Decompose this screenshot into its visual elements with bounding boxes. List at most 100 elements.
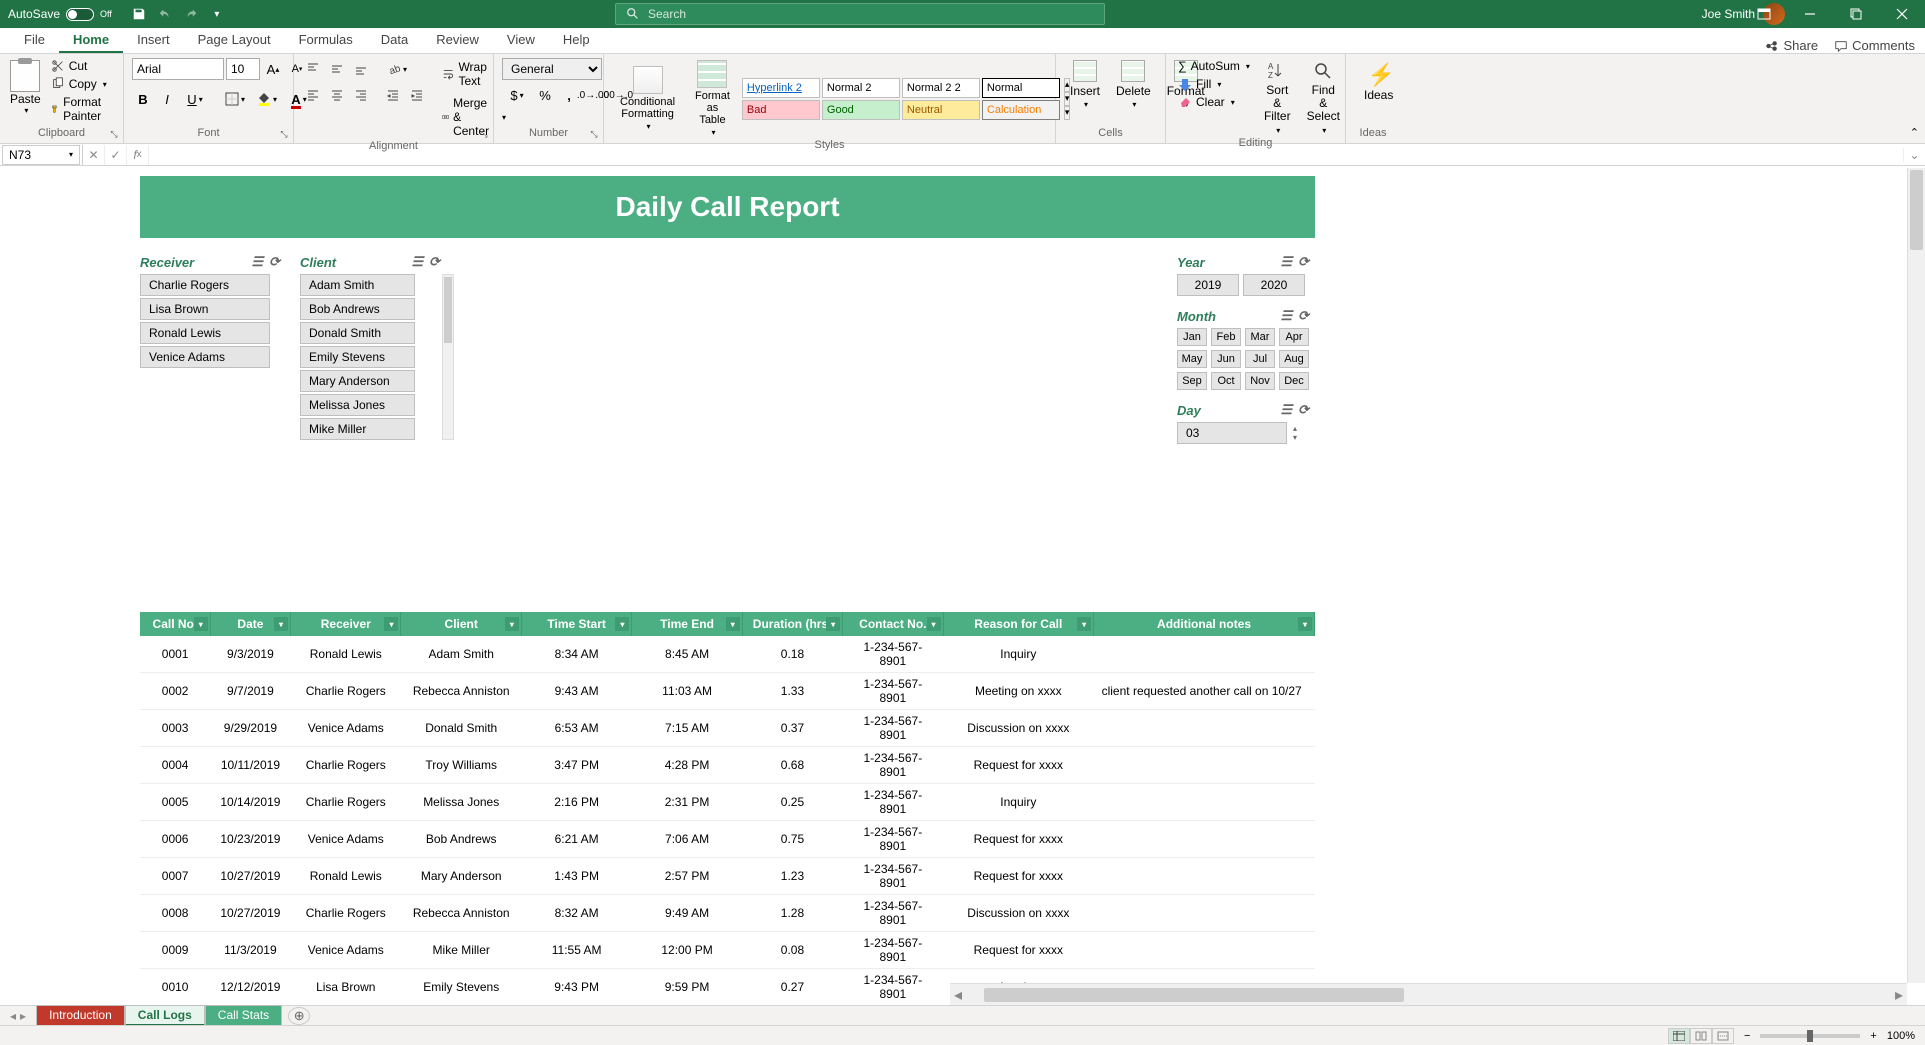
slicer-item[interactable]: Adam Smith <box>300 274 415 296</box>
format-painter-button[interactable]: Format Painter <box>47 94 115 124</box>
slicer-scrollbar[interactable] <box>442 274 454 440</box>
page-break-view-button[interactable] <box>1712 1028 1734 1044</box>
table-row[interactable]: 000610/23/2019Venice AdamsBob Andrews6:2… <box>140 821 1315 858</box>
borders-button[interactable]: ▾ <box>220 88 250 110</box>
table-row[interactable]: 000911/3/2019Venice AdamsMike Miller11:5… <box>140 932 1315 969</box>
table-cell[interactable]: 10/11/2019 <box>210 747 290 784</box>
table-cell[interactable]: Ronald Lewis <box>291 636 401 673</box>
qat-customize[interactable]: ▾ <box>208 5 226 23</box>
table-cell[interactable]: 0010 <box>140 969 210 1006</box>
table-cell[interactable]: 1-234-567-8901 <box>843 932 943 969</box>
filter-dropdown-icon[interactable]: ▾ <box>726 617 740 631</box>
table-cell[interactable]: 9:43 PM <box>521 969 631 1006</box>
sheet-nav-first[interactable]: ◂ <box>10 1009 16 1023</box>
normal-view-button[interactable] <box>1668 1028 1690 1044</box>
clear-filter-icon[interactable]: ⟳ <box>429 254 440 270</box>
tab-file[interactable]: File <box>10 28 59 53</box>
table-row[interactable]: 000710/27/2019Ronald LewisMary Anderson1… <box>140 858 1315 895</box>
column-header[interactable]: Additional notes▾ <box>1094 612 1315 636</box>
slicer-item[interactable]: 2020 <box>1243 274 1305 296</box>
horizontal-scrollbar[interactable]: ◂ ▸ <box>950 983 1907 1005</box>
table-cell[interactable]: 0004 <box>140 747 210 784</box>
table-cell[interactable]: Bob Andrews <box>401 821 521 858</box>
table-cell[interactable]: 2:16 PM <box>521 784 631 821</box>
column-header[interactable]: Reason for Call▾ <box>943 612 1094 636</box>
slicer-item[interactable]: Nov <box>1245 372 1275 390</box>
style-cell[interactable]: Normal 2 2 <box>902 78 980 98</box>
clear-button[interactable]: Clear▾ <box>1174 94 1254 110</box>
sheet-tab[interactable]: Call Stats <box>205 1005 282 1026</box>
enter-formula-button[interactable]: ✓ <box>105 145 127 165</box>
table-cell[interactable]: 1-234-567-8901 <box>843 895 943 932</box>
clear-filter-icon[interactable]: ⟳ <box>1298 254 1309 270</box>
slicer-item[interactable]: Lisa Brown <box>140 298 270 320</box>
paste-button[interactable]: Paste ▾ <box>8 58 43 117</box>
table-cell[interactable] <box>1094 895 1315 932</box>
table-cell[interactable]: Lisa Brown <box>291 969 401 1006</box>
table-cell[interactable]: 1-234-567-8901 <box>843 784 943 821</box>
table-cell[interactable]: 1-234-567-8901 <box>843 673 943 710</box>
table-cell[interactable] <box>1094 636 1315 673</box>
table-cell[interactable]: 10/14/2019 <box>210 784 290 821</box>
comments-button[interactable]: Comments <box>1834 38 1915 53</box>
align-left-button[interactable] <box>302 84 324 106</box>
style-cell[interactable]: Normal <box>982 78 1060 98</box>
delete-cells-button[interactable]: Delete▾ <box>1110 58 1157 111</box>
align-middle-button[interactable] <box>326 58 348 80</box>
ideas-button[interactable]: ⚡ Ideas <box>1354 58 1403 106</box>
autosum-button[interactable]: ∑AutoSum▾ <box>1174 58 1254 74</box>
multiselect-icon[interactable]: ☰ <box>411 254 423 270</box>
table-cell[interactable]: 1-234-567-8901 <box>843 821 943 858</box>
table-cell[interactable]: 2:57 PM <box>632 858 742 895</box>
tab-home[interactable]: Home <box>59 28 123 53</box>
increase-indent-button[interactable] <box>406 84 428 106</box>
table-cell[interactable]: Rebecca Anniston <box>401 673 521 710</box>
table-cell[interactable]: 0.08 <box>742 932 842 969</box>
clear-filter-icon[interactable]: ⟳ <box>1298 402 1309 418</box>
dialog-launcher[interactable]: ⤡ <box>587 127 601 141</box>
table-cell[interactable]: 1-234-567-8901 <box>843 969 943 1006</box>
table-cell[interactable]: 9/7/2019 <box>210 673 290 710</box>
table-cell[interactable]: Discussion on xxxx <box>943 710 1094 747</box>
table-cell[interactable]: 2:31 PM <box>632 784 742 821</box>
align-center-button[interactable] <box>326 84 348 106</box>
filter-dropdown-icon[interactable]: ▾ <box>274 617 288 631</box>
table-cell[interactable]: 0.75 <box>742 821 842 858</box>
table-cell[interactable]: Request for xxxx <box>943 747 1094 784</box>
conditional-formatting-button[interactable]: Conditional Formatting▾ <box>612 64 683 133</box>
maximize-button[interactable] <box>1833 0 1879 28</box>
style-cell[interactable]: Normal 2 <box>822 78 900 98</box>
spinner-up[interactable]: ▴ <box>1293 424 1297 433</box>
tab-page-layout[interactable]: Page Layout <box>184 28 285 53</box>
zoom-out-button[interactable]: − <box>1744 1030 1750 1042</box>
table-cell[interactable]: Venice Adams <box>291 932 401 969</box>
table-cell[interactable]: 11:55 AM <box>521 932 631 969</box>
minimize-button[interactable] <box>1787 0 1833 28</box>
column-header[interactable]: Contact No.▾ <box>843 612 943 636</box>
insert-cells-button[interactable]: Insert▾ <box>1064 58 1106 111</box>
insert-function-button[interactable]: fx <box>127 145 149 165</box>
align-top-button[interactable] <box>302 58 324 80</box>
worksheet-area[interactable]: Daily Call Report Receiver ☰⟳ Charlie Ro… <box>0 168 1925 1005</box>
table-cell[interactable]: 9:49 AM <box>632 895 742 932</box>
table-row[interactable]: 000510/14/2019Charlie RogersMelissa Jone… <box>140 784 1315 821</box>
table-cell[interactable] <box>1094 821 1315 858</box>
table-cell[interactable]: Adam Smith <box>401 636 521 673</box>
spinner-down[interactable]: ▾ <box>1293 433 1297 442</box>
slicer-item[interactable]: Donald Smith <box>300 322 415 344</box>
tab-review[interactable]: Review <box>422 28 493 53</box>
align-right-button[interactable] <box>350 84 372 106</box>
table-cell[interactable]: Charlie Rogers <box>291 673 401 710</box>
table-cell[interactable]: Request for xxxx <box>943 932 1094 969</box>
slicer-item[interactable]: Apr <box>1279 328 1309 346</box>
slicer-item[interactable]: Mike Miller <box>300 418 415 440</box>
multiselect-icon[interactable]: ☰ <box>1280 254 1292 270</box>
filter-dropdown-icon[interactable]: ▾ <box>1298 617 1312 631</box>
table-row[interactable]: 00029/7/2019Charlie RogersRebecca Annist… <box>140 673 1315 710</box>
style-cell[interactable]: Hyperlink 2 <box>742 78 820 98</box>
table-cell[interactable]: Venice Adams <box>291 710 401 747</box>
tab-view[interactable]: View <box>493 28 549 53</box>
table-cell[interactable]: 11:03 AM <box>632 673 742 710</box>
table-row[interactable]: 00019/3/2019Ronald LewisAdam Smith8:34 A… <box>140 636 1315 673</box>
table-cell[interactable]: Troy Williams <box>401 747 521 784</box>
